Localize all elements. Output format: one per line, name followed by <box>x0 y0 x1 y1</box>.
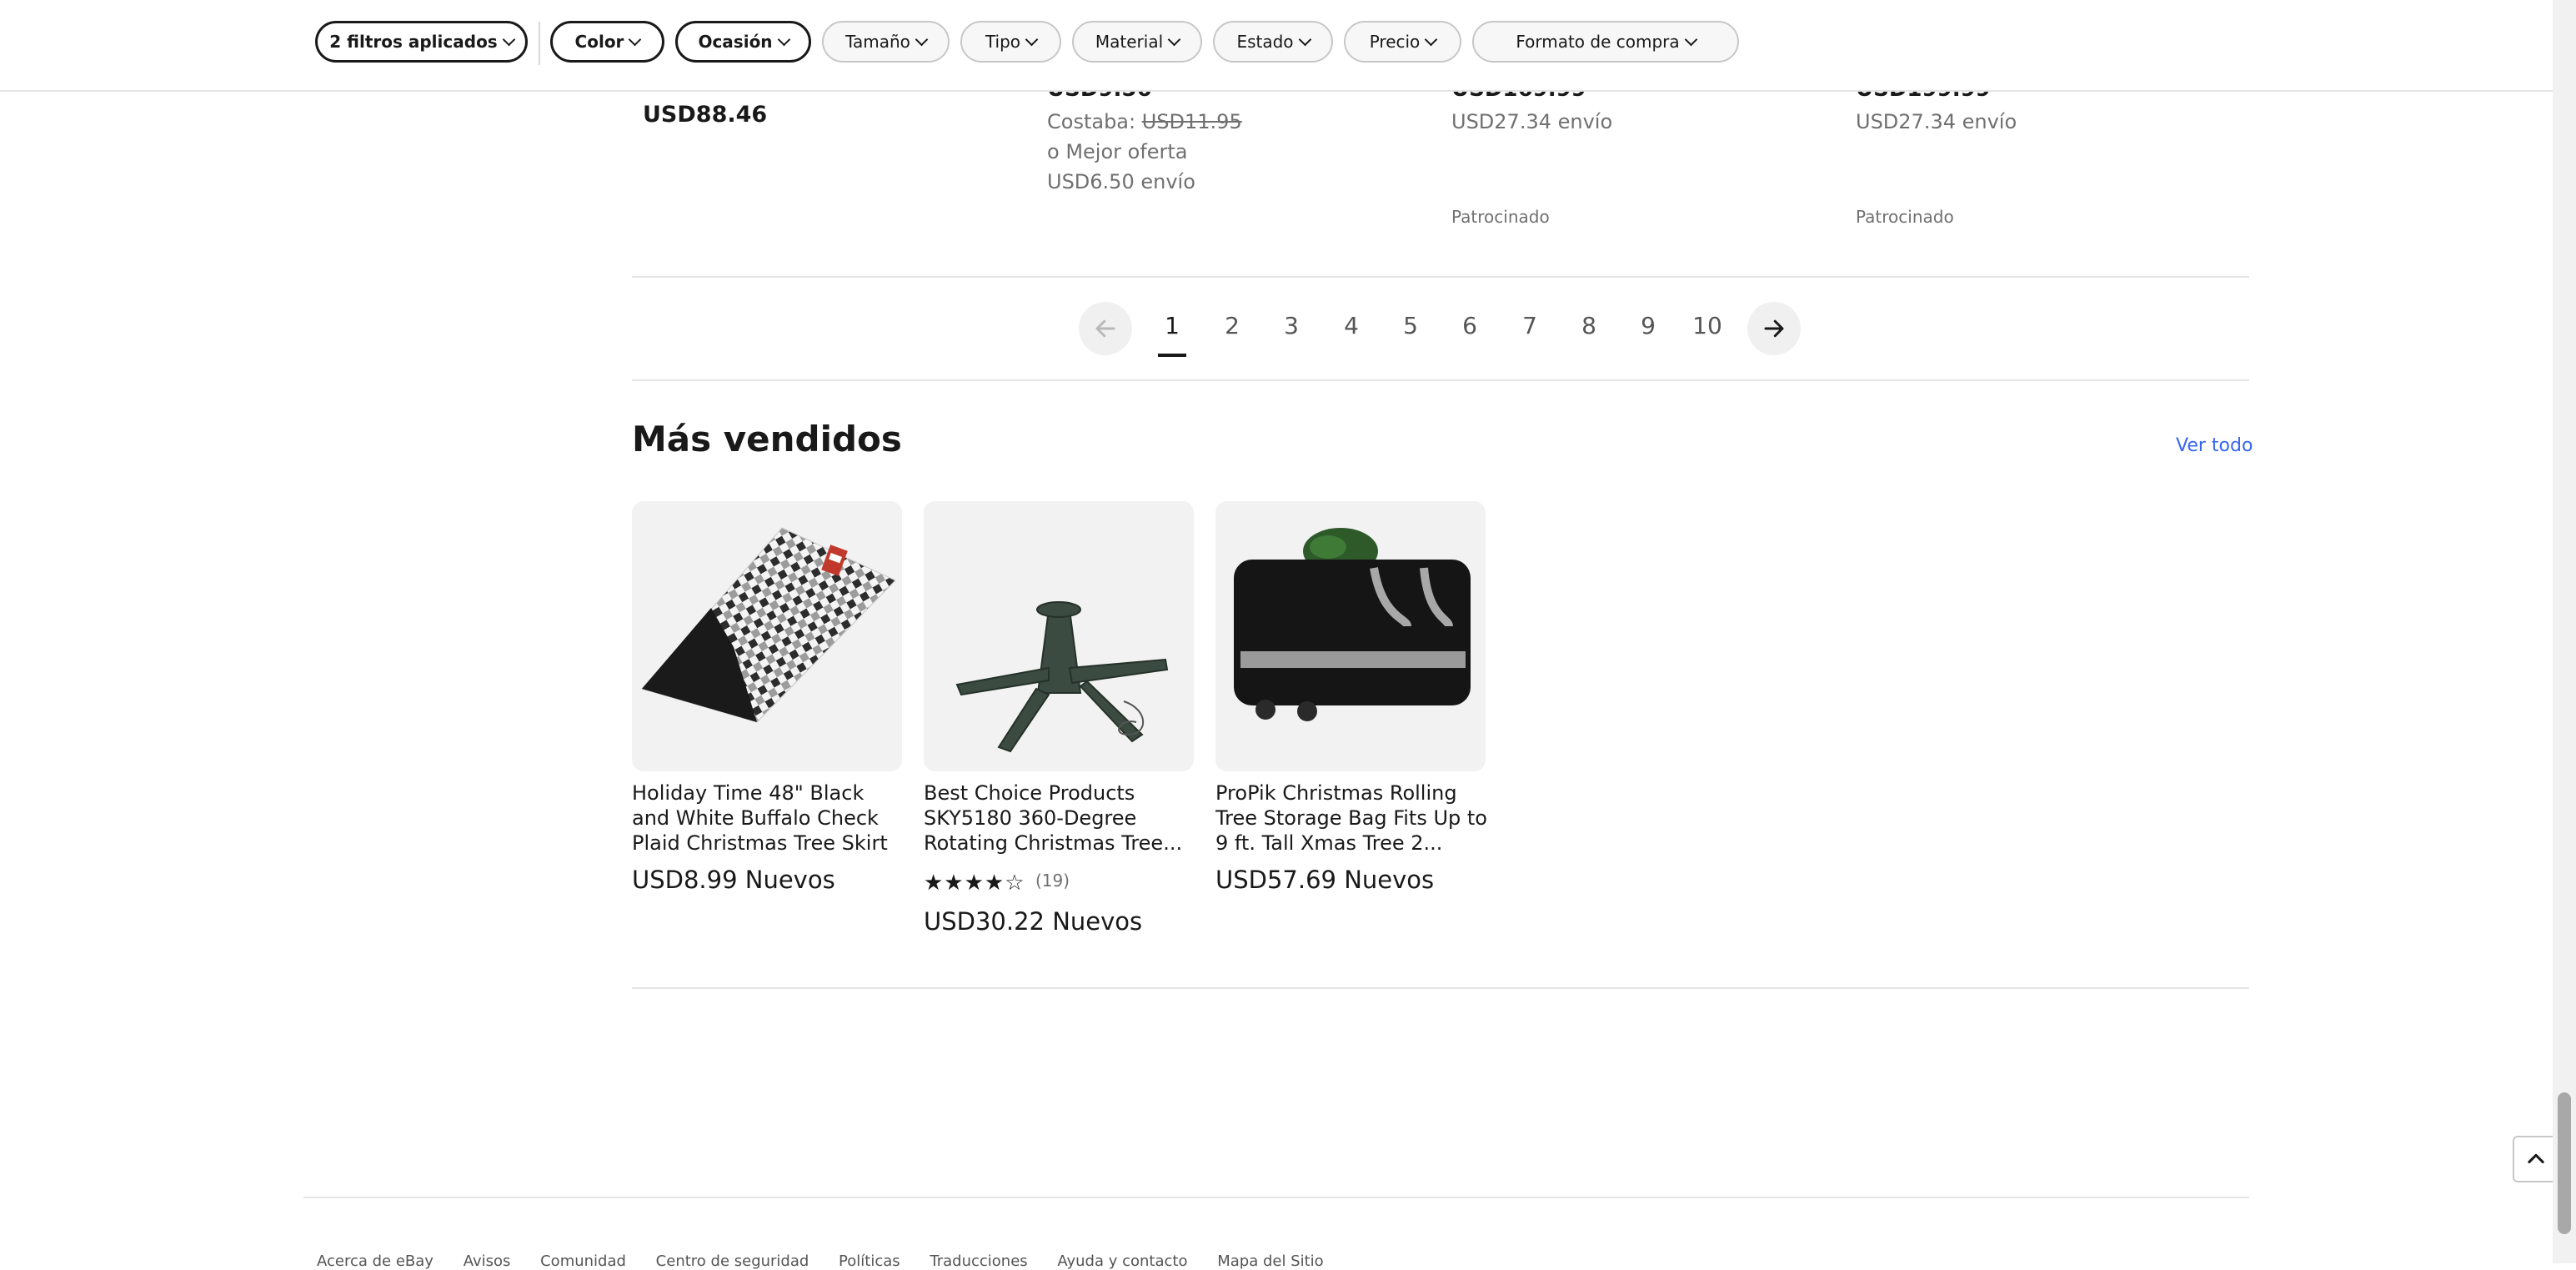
pagination-page-3[interactable]: 3 <box>1270 312 1312 339</box>
chevron-down-icon <box>1167 33 1181 46</box>
product-price: USD57.69 Nuevos <box>1215 866 1435 894</box>
result-shipping: USD27.34 envío <box>1451 110 1613 133</box>
filter-bar: 2 filtros aplicados Color Ocasión Tamaño… <box>0 0 2553 92</box>
filter-chip-label: Color <box>574 32 624 52</box>
filter-chip-color[interactable]: Color <box>550 21 664 63</box>
result-was-price: Costaba: USD11.95 <box>1047 110 1242 133</box>
pagination-page-2[interactable]: 2 <box>1211 312 1253 339</box>
pagination-next-button[interactable] <box>1747 302 1801 355</box>
filter-chip-label: 2 filtros aplicados <box>329 32 498 52</box>
result-best-offer: o Mejor oferta <box>1047 140 1188 163</box>
pagination-page-6[interactable]: 6 <box>1449 312 1491 339</box>
footer-divider <box>303 1197 2249 1198</box>
sponsored-label: Patrocinado <box>1856 207 1954 227</box>
filter-chip-condition[interactable]: Estado <box>1213 21 1333 63</box>
filter-chip-buying-format[interactable]: Formato de compra <box>1472 21 1739 63</box>
footer-link[interactable]: Ayuda y contacto <box>1057 1252 1187 1270</box>
arrow-left-icon <box>1095 319 1115 338</box>
pagination-page-7[interactable]: 7 <box>1509 312 1551 339</box>
footer-link[interactable]: Avisos <box>464 1252 511 1270</box>
chevron-down-icon <box>629 33 642 46</box>
sponsored-label: Patrocinado <box>1451 207 1550 227</box>
product-image[interactable] <box>1215 501 1486 771</box>
filter-chip-label: Estado <box>1236 32 1294 52</box>
pagination-page-10[interactable]: 10 <box>1686 312 1728 339</box>
filter-chip-applied[interactable]: 2 filtros aplicados <box>315 21 528 63</box>
footer-link[interactable]: Acerca de eBay <box>317 1252 434 1270</box>
footer-link[interactable]: Mapa del Sitio <box>1217 1252 1323 1270</box>
footer-link[interactable]: Traducciones <box>930 1252 1027 1270</box>
rating-stars: ★★★★☆ <box>924 871 1025 896</box>
pagination-current-indicator <box>1158 354 1186 357</box>
review-count[interactable]: (19) <box>1035 871 1070 891</box>
pagination-page-5[interactable]: 5 <box>1390 312 1431 339</box>
chevron-down-icon <box>1298 33 1311 46</box>
filter-chip-price[interactable]: Precio <box>1344 21 1461 63</box>
result-shipping: USD6.50 envío <box>1047 170 1195 193</box>
product-price: USD8.99 Nuevos <box>632 866 835 894</box>
chevron-down-icon <box>1684 33 1697 46</box>
pagination-page-4[interactable]: 4 <box>1331 312 1372 339</box>
filter-chip-label: Material <box>1095 32 1164 52</box>
product-title[interactable]: ProPik Christmas Rolling Tree Storage Ba… <box>1215 781 1491 856</box>
pagination-page-9[interactable]: 9 <box>1627 312 1669 339</box>
pagination-prev-button[interactable] <box>1079 302 1132 355</box>
best-sellers-title: Más vendidos <box>632 419 902 459</box>
filter-chip-label: Formato de compra <box>1516 32 1680 52</box>
product-image[interactable] <box>632 501 902 771</box>
chevron-down-icon <box>502 33 515 46</box>
filter-chip-size[interactable]: Tamaño <box>822 21 950 63</box>
pagination-page-1[interactable]: 1 <box>1151 312 1193 339</box>
arrow-up-icon <box>2528 1153 2544 1164</box>
filter-chip-label: Tamaño <box>845 32 910 52</box>
product-price: USD30.22 Nuevos <box>924 907 1143 936</box>
scrollbar-thumb[interactable] <box>2558 1092 2571 1234</box>
chevron-down-icon <box>915 33 929 46</box>
arrow-right-icon <box>1764 319 1784 338</box>
filter-chip-type[interactable]: Tipo <box>960 21 1061 63</box>
best-sellers-divider <box>632 987 2249 989</box>
filter-chip-material[interactable]: Material <box>1072 21 1202 63</box>
chevron-down-icon <box>1025 33 1039 46</box>
filter-chip-label: Precio <box>1369 32 1421 52</box>
footer-link[interactable]: Comunidad <box>540 1252 626 1270</box>
result-shipping: USD27.34 envío <box>1856 110 2017 133</box>
filter-chip-label: Ocasión <box>698 32 773 52</box>
filter-chip-occasion[interactable]: Ocasión <box>675 21 811 63</box>
footer-link[interactable]: Centro de seguridad <box>656 1252 809 1270</box>
footer-links: Acerca de eBay Avisos Comunidad Centro d… <box>317 1252 1349 1270</box>
footer-link[interactable]: Políticas <box>839 1252 900 1270</box>
filter-chip-label: Tipo <box>985 32 1021 52</box>
product-title[interactable]: Holiday Time 48" Black and White Buffalo… <box>632 781 907 856</box>
chevron-down-icon <box>777 33 790 46</box>
product-title[interactable]: Best Choice Products SKY5180 360-Degree … <box>924 781 1199 856</box>
result-price: USD88.46 <box>643 102 768 128</box>
pagination-divider <box>632 379 2249 381</box>
page-scrollbar[interactable] <box>2553 0 2576 1263</box>
product-image[interactable] <box>924 501 1194 771</box>
pagination-page-8[interactable]: 8 <box>1568 312 1610 339</box>
chevron-down-icon <box>1425 33 1438 46</box>
view-all-link[interactable]: Ver todo <box>2176 435 2253 456</box>
results-divider <box>632 276 2249 278</box>
filter-divider <box>539 22 540 65</box>
